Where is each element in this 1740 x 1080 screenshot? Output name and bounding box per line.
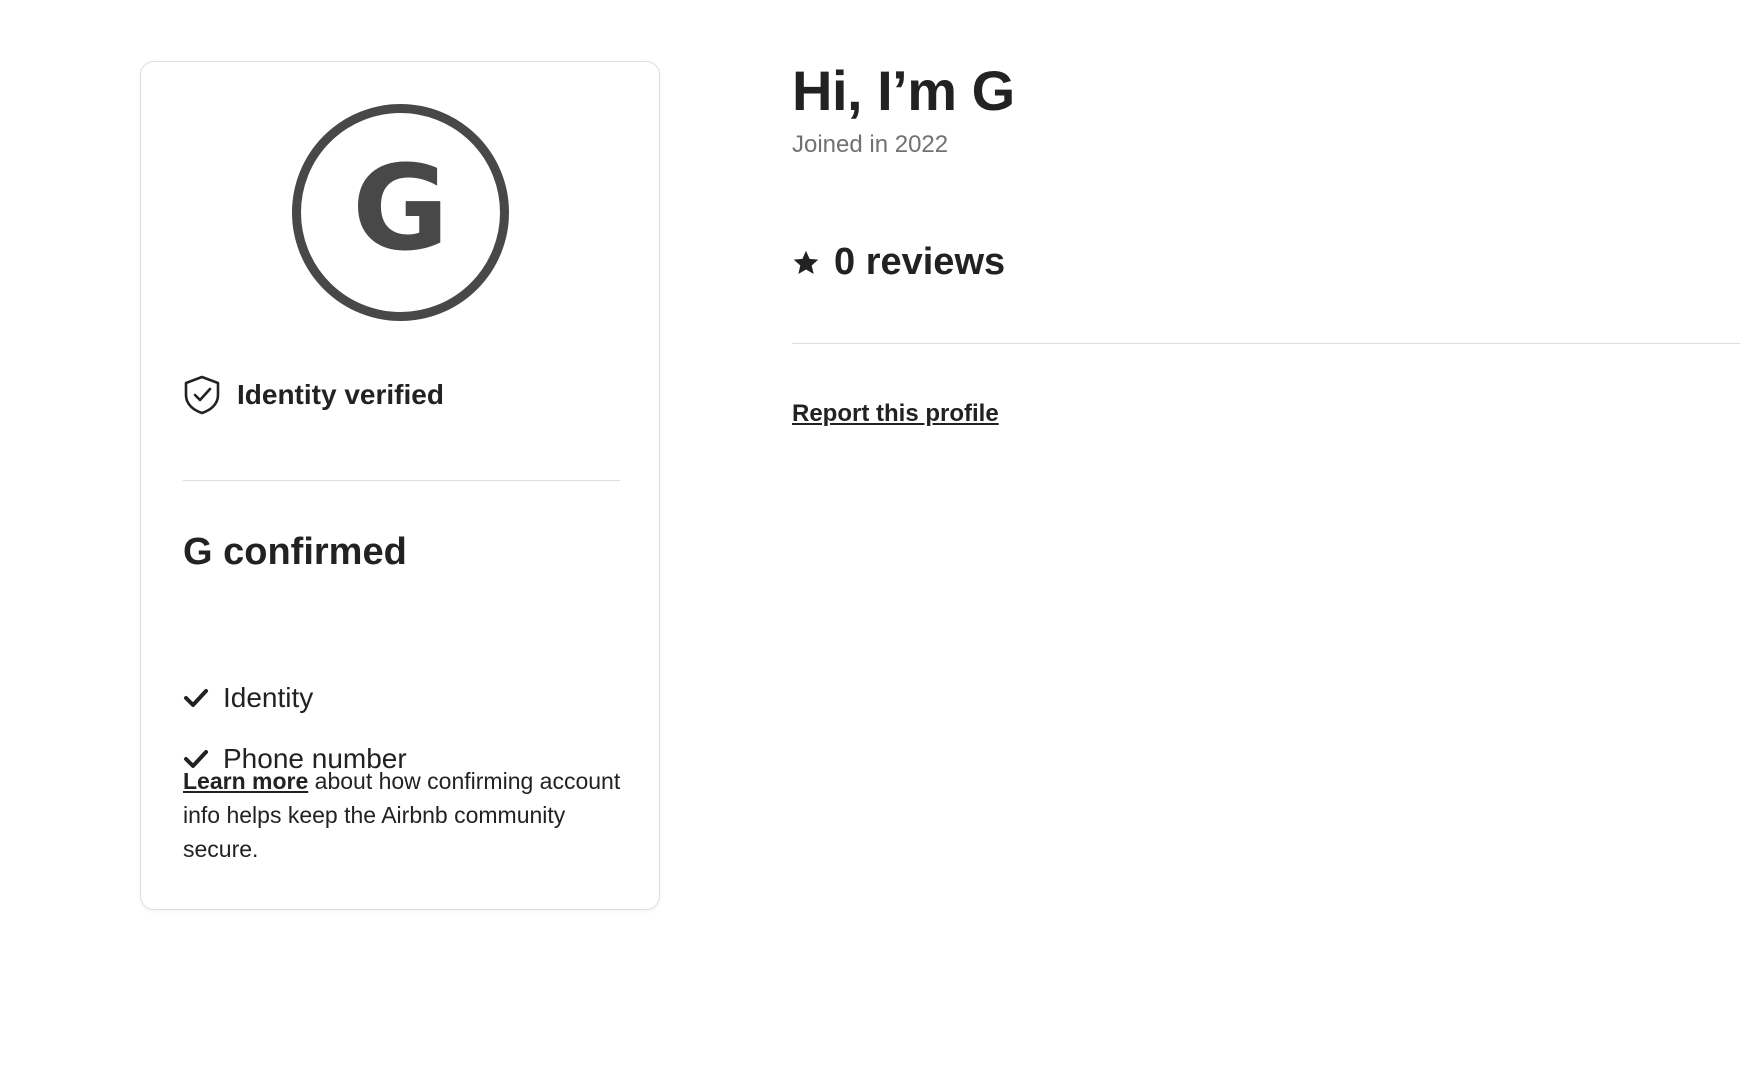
profile-card: G Identity verified G confirmed Identity…: [140, 61, 660, 910]
confirmed-item-label: Identity: [223, 682, 314, 713]
confirmed-item-identity: Identity: [183, 682, 313, 714]
main-divider: [792, 343, 1740, 344]
joined-date: Joined in 2022: [792, 131, 949, 158]
learn-more-paragraph: Learn more about how confirming account …: [183, 764, 623, 866]
page-title: Hi, I’m G: [792, 59, 1015, 122]
identity-verified-row: Identity verified: [183, 375, 444, 415]
identity-verified-label: Identity verified: [237, 379, 444, 410]
confirmed-title: G confirmed: [183, 531, 407, 573]
avatar-initial: G: [352, 138, 449, 277]
star-icon: [793, 250, 819, 274]
report-profile-link[interactable]: Report this profile: [792, 400, 999, 428]
check-icon: [184, 689, 208, 707]
reviews-summary: 0 reviews: [792, 241, 1005, 284]
reviews-count: 0 reviews: [834, 241, 1006, 283]
learn-more-link[interactable]: Learn more: [183, 768, 308, 794]
card-divider: [183, 480, 620, 481]
avatar: G: [292, 104, 509, 321]
shield-check-icon: [184, 375, 220, 415]
